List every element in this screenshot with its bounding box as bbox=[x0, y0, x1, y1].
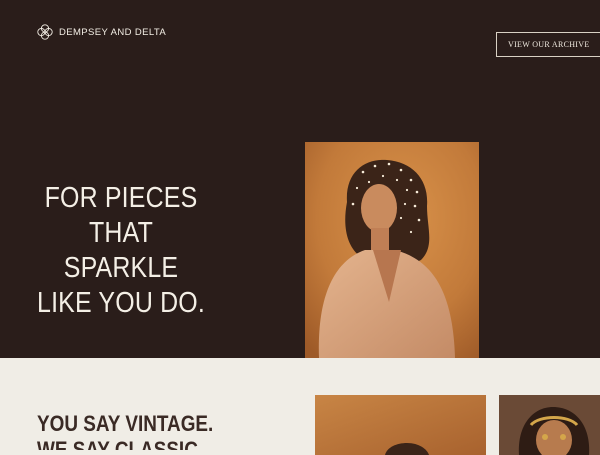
hero-headline-line: THAT SPARKLE bbox=[63, 217, 179, 284]
collection-photo bbox=[315, 395, 486, 455]
hero-photo bbox=[305, 142, 479, 358]
view-archive-button[interactable]: VIEW OUR ARCHIVE bbox=[496, 32, 600, 57]
section-headline-line: YOU SAY VINTAGE. bbox=[37, 411, 214, 436]
section-headline: YOU SAY VINTAGE. WE SAY CLASSIC. bbox=[37, 411, 213, 450]
hero-section: DEMPSEY AND DELTA VIEW OUR ARCHIVE FOR P… bbox=[0, 0, 600, 358]
hero-headline-line: FOR PIECES bbox=[44, 182, 198, 214]
hero-headline-line: LIKE YOU DO. bbox=[37, 287, 205, 319]
brand-name: DEMPSEY AND DELTA bbox=[59, 26, 167, 38]
section-headline-line: WE SAY CLASSIC. bbox=[37, 437, 204, 450]
brand-logo[interactable]: DEMPSEY AND DELTA bbox=[36, 23, 166, 41]
collection-photo bbox=[499, 395, 600, 455]
hero-headline: FOR PIECES THAT SPARKLE LIKE YOU DO. bbox=[31, 181, 212, 321]
knot-logo-icon bbox=[37, 24, 53, 40]
